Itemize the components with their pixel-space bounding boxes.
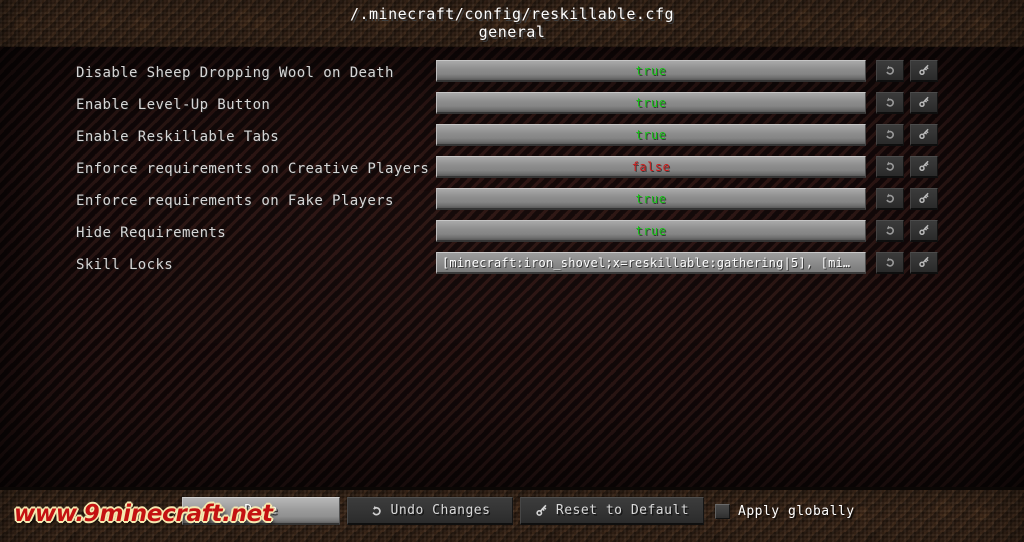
row-undo-button[interactable]: [876, 252, 904, 274]
undo-arrow-icon: [885, 129, 894, 139]
reset-to-default-button[interactable]: Reset to Default: [520, 497, 704, 525]
checkbox-box-icon: [715, 503, 730, 519]
row-undo-button[interactable]: [876, 92, 904, 114]
apply-globally-label: Apply globally: [738, 503, 855, 519]
row-undo-button[interactable]: [876, 188, 904, 210]
reset-to-default-label: Reset to Default: [555, 503, 690, 518]
option-label: Enable Reskillable Tabs: [76, 129, 280, 145]
option-label: Enable Level-Up Button: [76, 97, 271, 113]
option-value-button[interactable]: true: [436, 188, 866, 210]
option-label: Hide Requirements: [76, 225, 227, 241]
key-icon: [918, 64, 929, 76]
minecraft-config-screen: /.minecraft/config/reskillable.cfg gener…: [0, 0, 1024, 542]
config-row: Enforce requirements on Creative Players…: [0, 153, 1024, 185]
key-icon: [918, 128, 929, 140]
option-label: Enforce requirements on Creative Players: [76, 161, 430, 177]
undo-arrow-icon: [371, 505, 381, 516]
option-value-text: true: [635, 63, 667, 78]
config-option-list: Disable Sheep Dropping Wool on Death tru…: [0, 57, 1024, 281]
row-undo-button[interactable]: [876, 220, 904, 242]
undo-arrow-icon: [885, 161, 894, 171]
skill-locks-value: [minecraft:iron_shovel;x=reskillable:gat…: [442, 255, 851, 270]
key-icon: [918, 192, 929, 204]
option-value-text: true: [635, 191, 667, 206]
undo-changes-button[interactable]: Undo Changes: [347, 497, 513, 525]
undo-arrow-icon: [885, 225, 894, 235]
option-value-text: true: [635, 95, 667, 110]
config-row: Skill Locks [minecraft:iron_shovel;x=res…: [0, 249, 1024, 281]
key-icon: [918, 256, 929, 268]
undo-arrow-icon: [885, 97, 894, 107]
footer-toolbar: Done Undo Changes Reset to Default Apply…: [0, 497, 1024, 531]
done-button[interactable]: Done: [182, 497, 340, 525]
key-icon: [918, 224, 929, 236]
option-label: Skill Locks: [76, 257, 174, 273]
skill-locks-input[interactable]: [minecraft:iron_shovel;x=reskillable:gat…: [436, 252, 866, 274]
option-value-button[interactable]: false: [436, 156, 866, 178]
config-row: Enable Reskillable Tabs true: [0, 121, 1024, 153]
option-value-text: false: [631, 159, 671, 174]
option-value-button[interactable]: true: [436, 60, 866, 82]
option-value-text: true: [635, 223, 667, 238]
header-dirt-band: [0, 0, 1024, 50]
row-reset-button[interactable]: [910, 60, 938, 82]
row-reset-button[interactable]: [910, 220, 938, 242]
option-value-button[interactable]: true: [436, 220, 866, 242]
undo-changes-label: Undo Changes: [390, 503, 491, 518]
undo-arrow-icon: [885, 65, 894, 75]
config-row: Enforce requirements on Fake Players tru…: [0, 185, 1024, 217]
undo-arrow-icon: [885, 193, 894, 203]
key-icon: [918, 96, 929, 108]
config-row: Enable Level-Up Button true: [0, 89, 1024, 121]
row-reset-button[interactable]: [910, 156, 938, 178]
option-value-text: true: [635, 127, 667, 142]
apply-globally-checkbox[interactable]: Apply globally: [715, 500, 855, 522]
config-row: Disable Sheep Dropping Wool on Death tru…: [0, 57, 1024, 89]
option-label: Disable Sheep Dropping Wool on Death: [76, 65, 394, 81]
row-undo-button[interactable]: [876, 124, 904, 146]
row-reset-button[interactable]: [910, 188, 938, 210]
row-undo-button[interactable]: [876, 60, 904, 82]
row-undo-button[interactable]: [876, 156, 904, 178]
key-icon: [536, 504, 547, 516]
option-value-button[interactable]: true: [436, 92, 866, 114]
option-label: Enforce requirements on Fake Players: [76, 193, 394, 209]
done-button-label: Done: [244, 503, 278, 518]
row-reset-button[interactable]: [910, 252, 938, 274]
row-reset-button[interactable]: [910, 124, 938, 146]
key-icon: [918, 160, 929, 172]
undo-arrow-icon: [885, 257, 894, 267]
row-reset-button[interactable]: [910, 92, 938, 114]
option-value-button[interactable]: true: [436, 124, 866, 146]
config-row: Hide Requirements true: [0, 217, 1024, 249]
